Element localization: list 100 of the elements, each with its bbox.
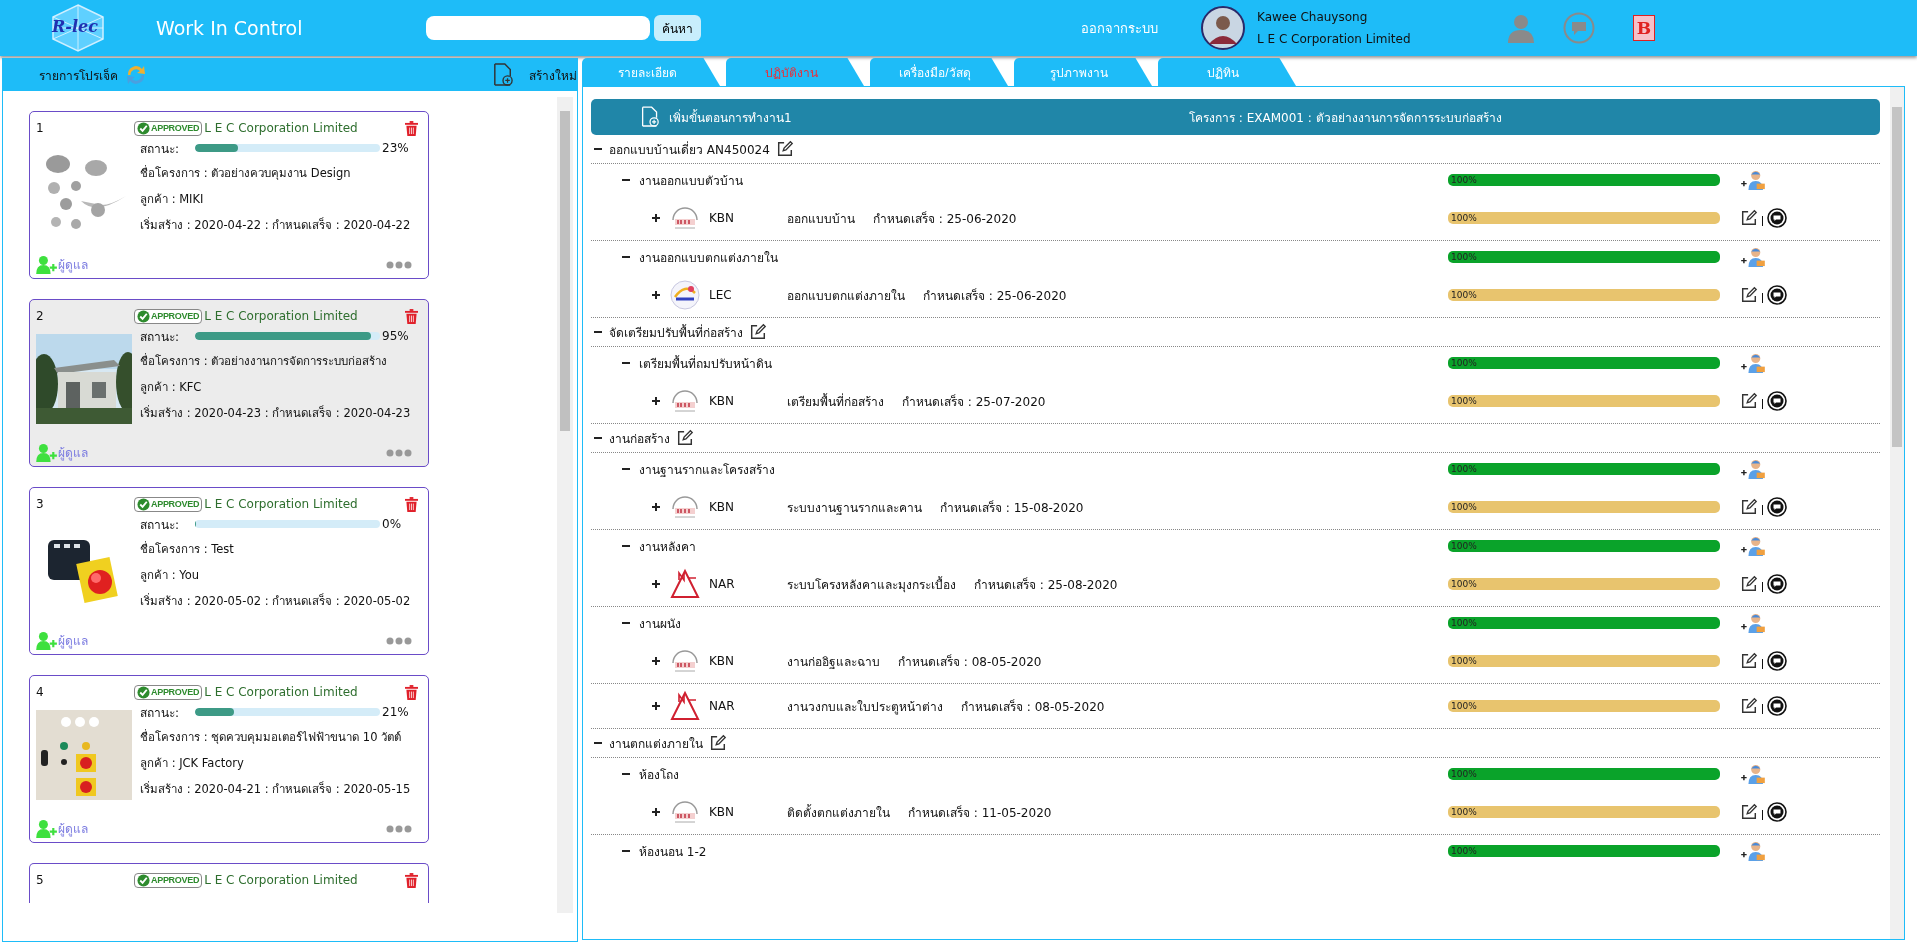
progress-percent: 0% xyxy=(382,517,402,531)
add-person-icon[interactable] xyxy=(1740,764,1766,784)
add-supervisor-button[interactable]: ผู้ดูแล xyxy=(36,443,88,462)
project-dates: เริ่มสร้าง : 2020-04-22 : กำหนดเสร็จ : 2020-04-22 xyxy=(140,216,411,234)
search-button[interactable]: ค้นหา xyxy=(654,15,701,41)
project-card[interactable]: 4 APPROVED L E C Corporation Limited สถานะ: 21% ชื่อโครงการ : ชุดควบคุมมอเตอร์ไฟฟ้าขนาด 10 วัตต์ ลูกค้า : JCK Factory เริ่มสร้าง : 2020-04-21 : กำหนดเสร็จ : 2020-05-15 ผู้ดูแล xyxy=(29,675,429,843)
delete-icon[interactable] xyxy=(405,872,418,888)
expand-icon[interactable] xyxy=(651,290,661,300)
comment-icon[interactable] xyxy=(1767,696,1787,716)
more-icon[interactable] xyxy=(386,824,412,833)
search-field[interactable] xyxy=(426,16,650,40)
edit-icon[interactable] xyxy=(1740,498,1758,516)
section-title: จัดเตรียมปรับพื้นที่ก่อสร้าง xyxy=(609,323,743,342)
card-number: 3 xyxy=(36,497,45,511)
expand-icon[interactable] xyxy=(651,579,661,589)
progress-reading: 100% xyxy=(1451,463,1477,475)
group-title: ห้องโถง xyxy=(639,766,679,784)
progress-reading: 100% xyxy=(1451,700,1477,712)
comment-icon[interactable] xyxy=(1767,574,1787,594)
add-person-icon[interactable] xyxy=(1740,536,1766,556)
expand-icon[interactable] xyxy=(651,502,661,512)
edit-icon[interactable] xyxy=(1740,803,1758,821)
add-supervisor-button[interactable]: ผู้ดูแล xyxy=(36,819,88,838)
approved-stamp: APPROVED xyxy=(134,308,203,324)
logout-link[interactable]: ออกจากระบบ xyxy=(1081,17,1201,39)
progress-reading: 100% xyxy=(1451,540,1477,552)
edit-icon[interactable] xyxy=(749,323,767,341)
section-title: ออกแบบบ้านเดี่ยว AN450024 xyxy=(609,140,770,159)
comment-icon[interactable] xyxy=(1767,285,1787,305)
expand-icon[interactable] xyxy=(651,701,661,711)
approved-stamp: APPROVED xyxy=(134,496,203,512)
project-card[interactable]: 5 APPROVED L E C Corporation Limited xyxy=(29,863,429,903)
company-name: L E C Corporation Limited xyxy=(204,121,358,135)
due-date: กำหนดเสร็จ : 08-05-2020 xyxy=(961,698,1105,716)
tab[interactable]: รายละเอียด xyxy=(582,58,720,86)
company-code: KBN xyxy=(709,805,736,819)
edit-icon[interactable] xyxy=(1740,652,1758,670)
app-badge-icon[interactable]: B xyxy=(1633,15,1655,41)
due-date: กำหนดเสร็จ : 11-05-2020 xyxy=(908,804,1052,822)
project-name: ชื่อโครงการ : ตัวอย่างควบคุมงาน Design xyxy=(140,164,352,182)
delete-icon[interactable] xyxy=(405,684,418,700)
company-code: LEC xyxy=(709,288,733,302)
project-card[interactable]: 1 APPROVED L E C Corporation Limited สถานะ: 23% ชื่อโครงการ : ตัวอย่างควบคุมงาน Design ลูกค้า : MIKI เริ่มสร้าง : 2020-04-22 : กำหนดเสร็จ : 2020-04-22 ผู้ดูแล xyxy=(29,111,429,279)
tab[interactable]: รูปภาพงาน xyxy=(1014,58,1152,86)
add-person-icon[interactable] xyxy=(1740,353,1766,373)
tab[interactable]: เครื่องมือ/วัสดุ xyxy=(870,58,1008,86)
edit-icon[interactable] xyxy=(676,429,694,447)
delete-icon[interactable] xyxy=(405,120,418,136)
status-label: สถานะ: xyxy=(140,516,181,534)
new-document-icon[interactable] xyxy=(641,106,659,128)
customer-name: ลูกค้า : MIKI xyxy=(140,191,205,208)
expand-icon[interactable] xyxy=(651,213,661,223)
scrollbar[interactable] xyxy=(1890,87,1904,939)
progress-reading: 100% xyxy=(1451,501,1477,513)
add-person-icon[interactable] xyxy=(1740,247,1766,267)
expand-icon[interactable] xyxy=(651,396,661,406)
comment-icon[interactable] xyxy=(1767,391,1787,411)
new-document-icon[interactable] xyxy=(493,63,513,87)
add-person-icon[interactable] xyxy=(1740,613,1766,633)
add-person-icon[interactable] xyxy=(1740,841,1766,861)
edit-icon[interactable] xyxy=(1740,286,1758,304)
more-icon[interactable] xyxy=(386,260,412,269)
create-new-link[interactable]: สร้างใหม่ xyxy=(529,65,577,85)
expand-icon[interactable] xyxy=(651,656,661,666)
project-card[interactable]: 3 APPROVED L E C Corporation Limited สถานะ: 0% ชื่อโครงการ : Test ลูกค้า : You เริ่มสร้าง : 2020-05-02 : กำหนดเสร็จ : 2020-05-02 ผู้ดูแล xyxy=(29,487,429,655)
status-label: สถานะ: xyxy=(140,328,181,346)
add-person-icon[interactable] xyxy=(1740,459,1766,479)
comment-icon[interactable] xyxy=(1767,802,1787,822)
edit-icon[interactable] xyxy=(1740,209,1758,227)
comment-icon[interactable] xyxy=(1767,497,1787,517)
due-date: กำหนดเสร็จ : 25-06-2020 xyxy=(923,287,1067,305)
avatar[interactable] xyxy=(1201,6,1245,50)
progress-reading: 100% xyxy=(1451,578,1477,590)
company-code: KBN xyxy=(709,394,736,408)
delete-icon[interactable] xyxy=(405,308,418,324)
add-supervisor-button[interactable]: ผู้ดูแล xyxy=(36,631,88,650)
comment-icon[interactable] xyxy=(1767,651,1787,671)
add-supervisor-button[interactable]: ผู้ดูแล xyxy=(36,255,88,274)
more-icon[interactable] xyxy=(386,636,412,645)
edit-icon[interactable] xyxy=(1740,697,1758,715)
scrollbar[interactable] xyxy=(557,97,573,913)
add-person-icon[interactable] xyxy=(1740,170,1766,190)
status-label: สถานะ: xyxy=(140,704,181,722)
tab[interactable]: ปฏิทิน xyxy=(1158,58,1296,86)
edit-icon[interactable] xyxy=(709,734,727,752)
group-title: เตรียมพื้นที่ถมปรับหน้าดิน xyxy=(639,354,772,373)
edit-icon[interactable] xyxy=(1740,392,1758,410)
delete-icon[interactable] xyxy=(405,496,418,512)
expand-icon[interactable] xyxy=(651,807,661,817)
edit-icon[interactable] xyxy=(775,140,794,158)
task-name: งานก่ออิฐและฉาบ xyxy=(787,653,880,671)
edit-icon[interactable] xyxy=(1740,575,1758,593)
card-number: 1 xyxy=(36,121,45,135)
task-name: ระบบโครงหลังคาและมุงกระเบื้อง xyxy=(787,575,956,594)
add-step-link[interactable]: เพิ่มขั้นตอนการทำงาน1 xyxy=(669,107,1069,127)
comment-icon[interactable] xyxy=(1767,208,1787,228)
company-code: NAR xyxy=(709,577,736,591)
task-name: ติดตั้งตกแต่งภายใน xyxy=(787,803,890,822)
project-card[interactable]: 2 APPROVED L E C Corporation Limited สถานะ: 95% ชื่อโครงการ : ตัวอย่างงานการจัดการระบบก่อสร้าง ลูกค้า : KFC เริ่มสร้าง : 2020-04-23 : กำหนดเสร็จ : 2020-04-23 ผู้ดูแล xyxy=(29,299,429,467)
progress-reading: 100% xyxy=(1451,655,1477,667)
